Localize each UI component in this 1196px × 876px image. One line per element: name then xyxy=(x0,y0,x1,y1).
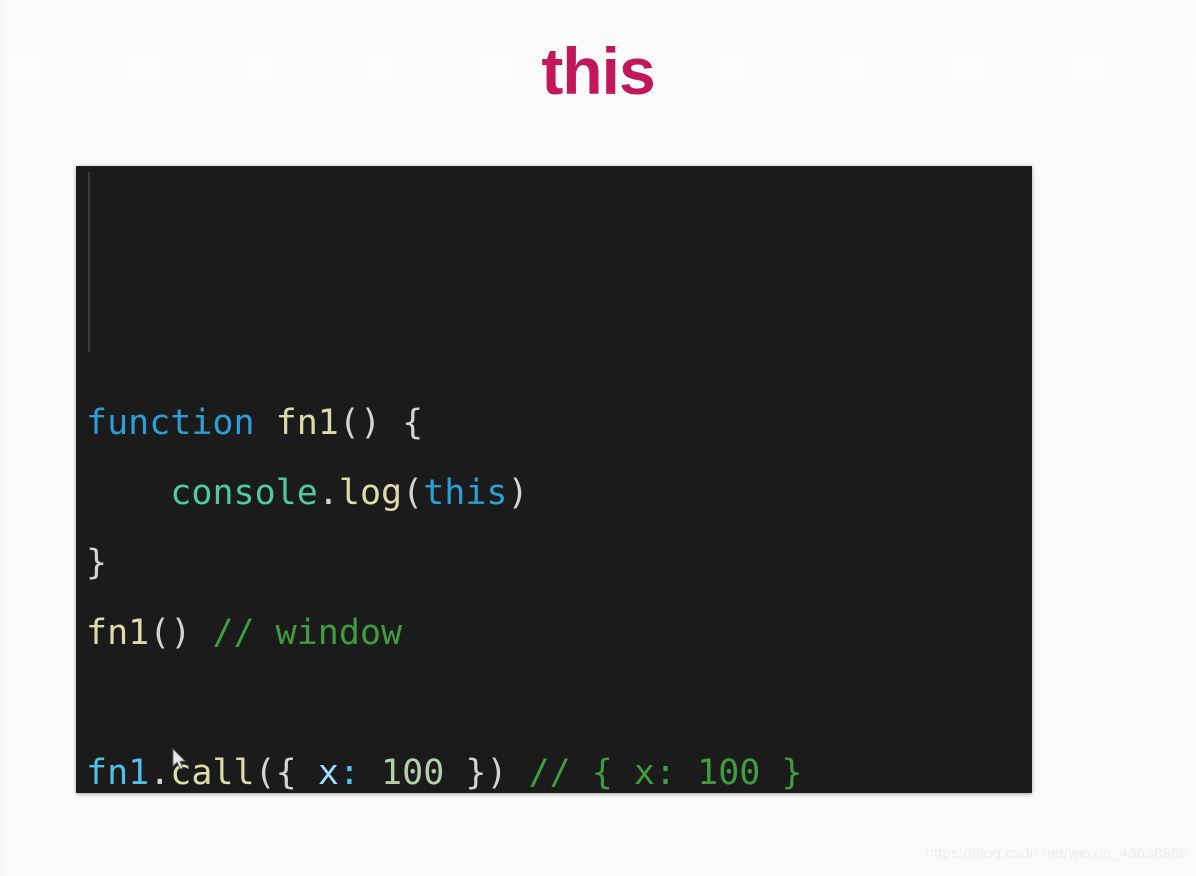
watermark: https://blog.csdn.net/weixin_43638968 xyxy=(925,845,1188,862)
code-content: function fn1() { console.log(this)} fn1()… xyxy=(76,166,1032,793)
code-token-punct: () { xyxy=(338,403,424,443)
code-token-punct: . xyxy=(149,753,171,793)
code-token-function: call xyxy=(170,753,255,793)
code-line: fn1() // window xyxy=(86,598,1032,668)
code-token-function: fn1 xyxy=(86,613,150,653)
code-token-comment: // window xyxy=(212,613,403,653)
code-token-punct: } xyxy=(86,543,108,583)
code-token-punct: ) xyxy=(507,473,529,513)
code-token-function: log xyxy=(338,473,403,513)
code-token-punct: }) xyxy=(444,753,529,793)
code-line: } xyxy=(86,528,1032,598)
code-line: console.log(this) xyxy=(86,458,1032,528)
code-token-variable: x xyxy=(317,753,339,793)
code-line: function fn1() { xyxy=(86,388,1032,458)
code-token-punct: : xyxy=(338,753,382,793)
code-token-number: 100 xyxy=(381,753,445,793)
indent-guide-line xyxy=(88,172,90,352)
page-title: this xyxy=(541,34,655,108)
code-token-punct: ( xyxy=(402,473,424,513)
code-token-comment: // { x: 100 } xyxy=(528,753,803,793)
code-line: fn1.call({ x: 100 }) // { x: 100 } xyxy=(86,738,1032,793)
code-token-punct: ({ xyxy=(254,753,318,793)
code-token-punct: . xyxy=(317,473,339,513)
code-token-keyword: this xyxy=(423,473,508,513)
code-token-keyword: function xyxy=(86,403,255,443)
code-token-function: fn1 xyxy=(275,403,339,443)
code-block: function fn1() { console.log(this)} fn1()… xyxy=(76,166,1032,793)
code-token-punct: () xyxy=(149,613,213,653)
code-token-identifier: fn1 xyxy=(86,753,150,793)
background-edge-gradient xyxy=(0,0,6,876)
code-token-object: console xyxy=(170,473,318,513)
